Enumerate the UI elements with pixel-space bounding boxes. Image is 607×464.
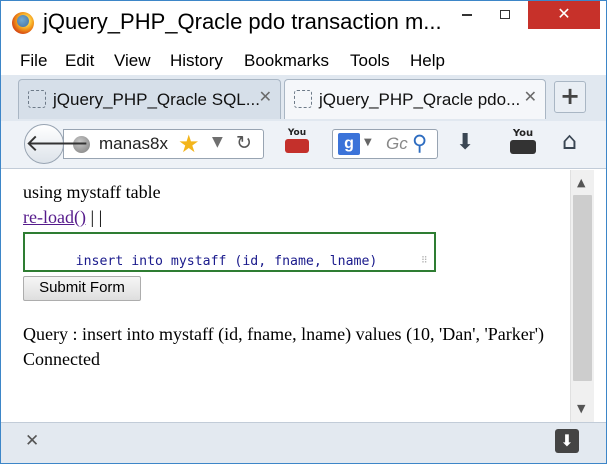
youtube-label: You (512, 128, 534, 139)
menu-bar: File Edit View History Bookmarks Tools H… (1, 47, 606, 73)
scroll-down-icon[interactable]: ▼ (577, 402, 585, 415)
new-tab-button[interactable]: + (554, 81, 586, 113)
menu-help[interactable]: Help (410, 51, 445, 71)
home-icon[interactable]: ⌂ (562, 127, 577, 155)
close-window-button[interactable]: ✕ (528, 1, 600, 29)
download-manager-icon[interactable]: ⬇ (555, 429, 579, 453)
maximize-icon (500, 10, 510, 19)
separator-text: | | (90, 207, 103, 227)
page-placeholder-icon (28, 90, 46, 108)
search-bar[interactable]: g ▼ Gc ⚲ (332, 129, 438, 159)
browser-window: jQuery_PHP_Qracle pdo transaction m... ✕… (0, 0, 607, 464)
firefox-logo-icon (12, 12, 34, 34)
tab-label: jQuery_PHP_Qracle pdo... (319, 90, 521, 109)
youtube-download-icon[interactable]: You (283, 128, 311, 156)
youtube-icon[interactable]: You (509, 128, 537, 158)
tab-close-icon[interactable]: ✕ (259, 87, 272, 107)
reload-link[interactable]: re-load() (23, 207, 86, 227)
tab-strip: jQuery_PHP_Qracle SQL... ✕ jQuery_PHP_Qr… (1, 75, 606, 121)
result-query-text: Query : insert into mystaff (id, fname, … (23, 324, 544, 344)
search-input[interactable]: Gc (386, 134, 408, 154)
youtube-box (285, 139, 309, 153)
url-bar[interactable]: manas8x ★ ▼ ↻ (63, 129, 264, 159)
query-result: Query : insert into mystaff (id, fname, … (23, 322, 568, 372)
tab-sql[interactable]: jQuery_PHP_Qracle SQL... ✕ (18, 79, 281, 119)
youtube-label: You (287, 128, 307, 138)
reload-icon[interactable]: ↻ (236, 132, 252, 154)
maximize-button[interactable] (488, 1, 522, 29)
search-icon[interactable]: ⚲ (412, 131, 427, 155)
menu-file[interactable]: File (20, 51, 47, 71)
minimize-button[interactable] (450, 1, 484, 29)
scroll-up-icon[interactable]: ▲ (577, 176, 585, 189)
download-arrow-icon[interactable]: ⬇ (456, 130, 474, 155)
chevron-down-icon[interactable]: ▼ (364, 137, 372, 148)
menu-tools[interactable]: Tools (350, 51, 390, 71)
vertical-scrollbar[interactable]: ▲ ▼ (570, 170, 594, 422)
minimize-icon (462, 14, 472, 16)
addon-bar: ✕ ⬇ (1, 422, 606, 463)
back-button[interactable]: 🡐 (24, 124, 89, 164)
bookmark-star-icon[interactable]: ★ (178, 130, 200, 158)
navigation-bar: manas8x ★ ▼ ↻ 🡐 You g ▼ Gc ⚲ ⬇ You ⌂ (1, 121, 606, 169)
page-content: using mystaff table re-load() | | insert… (13, 170, 570, 422)
sql-text: insert into mystaff (id, fname, lname) v… (75, 254, 378, 269)
page-placeholder-icon (294, 90, 312, 108)
window-title: jQuery_PHP_Qracle pdo transaction m... (43, 9, 442, 34)
google-icon[interactable]: g (338, 133, 360, 155)
chevron-down-icon[interactable]: ▼ (212, 134, 223, 150)
sql-textarea[interactable]: insert into mystaff (id, fname, lname) v… (23, 232, 436, 272)
resize-grip-icon[interactable]: ⠿ (421, 257, 433, 269)
result-status-text: Connected (23, 349, 100, 369)
tab-pdo-transaction[interactable]: jQuery_PHP_Qracle pdo... ✕ (284, 79, 546, 119)
scroll-thumb[interactable] (573, 195, 592, 381)
tab-label: jQuery_PHP_Qracle SQL... (53, 90, 260, 109)
youtube-box (510, 140, 536, 154)
menu-edit[interactable]: Edit (65, 51, 94, 71)
menu-view[interactable]: View (114, 51, 151, 71)
submit-form-button[interactable]: Submit Form (23, 276, 141, 301)
url-text[interactable]: manas8x (99, 134, 168, 154)
menu-history[interactable]: History (170, 51, 223, 71)
reload-row: re-load() | | (23, 207, 102, 228)
page-heading: using mystaff table (23, 182, 161, 202)
tab-close-icon[interactable]: ✕ (524, 87, 537, 107)
title-bar: jQuery_PHP_Qracle pdo transaction m... ✕ (1, 1, 606, 45)
menu-bookmarks[interactable]: Bookmarks (244, 51, 329, 71)
close-icon[interactable]: ✕ (25, 431, 39, 451)
